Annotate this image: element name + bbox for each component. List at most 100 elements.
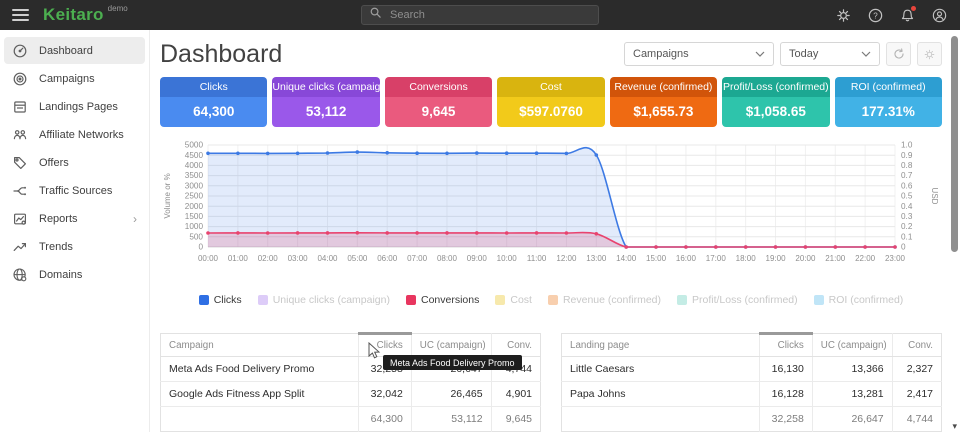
svg-text:00:00: 00:00 <box>198 254 219 263</box>
legend-item-roi-confirmed[interactable]: ROI (confirmed) <box>814 294 904 306</box>
sidebar-item-label: Domains <box>39 269 82 281</box>
legend-item-cost[interactable]: Cost <box>495 294 532 306</box>
metric-label: Clicks <box>160 77 267 97</box>
scroll-down-arrow-icon[interactable]: ▾ <box>952 422 957 431</box>
row-value: 13,366 <box>812 357 892 382</box>
total-value: 9,645 <box>491 407 540 432</box>
table-row[interactable]: Papa Johns16,12813,2812,417 <box>562 382 942 407</box>
sidebar-item-landings-pages[interactable]: Landings Pages <box>4 93 145 120</box>
row-name[interactable]: Papa Johns <box>562 382 760 407</box>
row-value: 32,042 <box>358 382 411 407</box>
row-value: 16,130 <box>759 357 812 382</box>
column-header-clicks[interactable]: Clicks <box>358 334 411 357</box>
legend-swatch <box>258 295 268 305</box>
legend-item-clicks[interactable]: Clicks <box>199 294 242 306</box>
row-value: 4,901 <box>491 382 540 407</box>
metric-card-roi-confirmed: ROI (confirmed)177.31% <box>835 77 942 127</box>
sidebar-item-campaigns[interactable]: Campaigns <box>4 65 145 92</box>
row-value: 2,327 <box>892 357 941 382</box>
svg-text:17:00: 17:00 <box>706 254 727 263</box>
row-value: 16,128 <box>759 382 812 407</box>
svg-text:05:00: 05:00 <box>347 254 368 263</box>
svg-text:09:00: 09:00 <box>467 254 488 263</box>
campaigns-report: CampaignClicksUC (campaign)Conv. Meta Ads… <box>160 332 541 432</box>
row-name[interactable]: Meta Ads Food Delivery Promo <box>161 357 359 382</box>
sidebar-item-domains[interactable]: Domains <box>4 261 145 288</box>
sidebar-item-traffic-sources[interactable]: Traffic Sources <box>4 177 145 204</box>
total-value: 32,258 <box>759 407 812 432</box>
account-icon[interactable] <box>930 6 948 24</box>
legend-swatch <box>548 295 558 305</box>
table-row[interactable]: Google Ads Fitness App Split32,04226,465… <box>161 382 541 407</box>
legend-item-conversions[interactable]: Conversions <box>406 294 479 306</box>
svg-text:4500: 4500 <box>185 151 204 160</box>
column-header-uc-campaign[interactable]: UC (campaign) <box>812 334 892 357</box>
refresh-button[interactable] <box>886 42 911 66</box>
column-header-uc-campaign[interactable]: UC (campaign) <box>411 334 491 357</box>
menu-toggle-icon[interactable] <box>12 9 29 21</box>
total-value <box>562 407 760 432</box>
campaigns-filter-select[interactable]: Campaigns <box>624 42 774 66</box>
sidebar-item-dashboard[interactable]: Dashboard <box>4 37 145 64</box>
report-icon <box>12 211 28 227</box>
row-name[interactable]: Little Caesars <box>562 357 760 382</box>
search-input[interactable] <box>388 8 591 22</box>
scrollbar-thumb[interactable] <box>951 36 958 252</box>
row-value: 2,417 <box>892 382 941 407</box>
svg-text:?: ? <box>873 11 878 20</box>
help-icon[interactable]: ? <box>866 6 884 24</box>
topbar-icon-group: ? <box>834 6 948 24</box>
row-value: 13,281 <box>812 382 892 407</box>
svg-text:0: 0 <box>901 243 906 252</box>
svg-text:USD: USD <box>930 188 939 205</box>
svg-text:19:00: 19:00 <box>766 254 787 263</box>
svg-text:02:00: 02:00 <box>258 254 279 263</box>
table-row[interactable]: Little Caesars16,13013,3662,327 <box>562 357 942 382</box>
metric-value: 177.31% <box>835 97 942 127</box>
svg-text:15:00: 15:00 <box>646 254 667 263</box>
sidebar-item-affiliate-networks[interactable]: Affiliate Networks <box>4 121 145 148</box>
legend-label: Clicks <box>214 294 242 306</box>
column-header-conv[interactable]: Conv. <box>892 334 941 357</box>
notifications-icon[interactable] <box>898 6 916 24</box>
metric-cards: Clicks64,300Unique clicks (campaign)53,1… <box>160 77 942 127</box>
sidebar-item-offers[interactable]: Offers <box>4 149 145 176</box>
globe-icon <box>12 267 28 283</box>
column-header-conv[interactable]: Conv. <box>491 334 540 357</box>
svg-text:500: 500 <box>189 232 203 241</box>
legend-item-profit-loss-confirmed[interactable]: Profit/Loss (confirmed) <box>677 294 798 306</box>
date-range-select[interactable]: Today <box>780 42 880 66</box>
svg-text:04:00: 04:00 <box>317 254 338 263</box>
svg-text:16:00: 16:00 <box>676 254 697 263</box>
svg-text:18:00: 18:00 <box>736 254 757 263</box>
legend-label: Revenue (confirmed) <box>563 294 661 306</box>
column-header-campaign[interactable]: Campaign <box>161 334 359 357</box>
dashboard-settings-button[interactable] <box>917 42 942 66</box>
svg-text:0.5: 0.5 <box>901 192 913 201</box>
metric-card-cost: Cost$597.0760 <box>497 77 604 127</box>
logo[interactable]: Keitarodemo <box>43 0 128 30</box>
sidebar-item-label: Offers <box>39 157 69 169</box>
metric-value: $1,058.65 <box>722 97 829 127</box>
landing-pages-report-table: Landing pageClicksUC (campaign)Conv.Litt… <box>561 332 942 432</box>
sidebar-item-reports[interactable]: Reports› <box>4 205 145 232</box>
main-content: Dashboard Campaigns Today <box>150 30 960 432</box>
sidebar-item-label: Affiliate Networks <box>39 129 124 141</box>
svg-text:11:00: 11:00 <box>527 254 547 263</box>
app-window: Keitarodemo ? DashboardCampaignsLandings… <box>0 0 960 432</box>
sidebar-item-label: Landings Pages <box>39 101 118 113</box>
column-header-landing-page[interactable]: Landing page <box>562 334 760 357</box>
settings-icon[interactable] <box>834 6 852 24</box>
sidebar-item-trends[interactable]: Trends <box>4 233 145 260</box>
legend-item-revenue-confirmed[interactable]: Revenue (confirmed) <box>548 294 661 306</box>
row-name[interactable]: Google Ads Fitness App Split <box>161 382 359 407</box>
metric-label: Profit/Loss (confirmed) <box>722 77 829 97</box>
column-header-clicks[interactable]: Clicks <box>759 334 812 357</box>
tag-icon <box>12 155 28 171</box>
metric-card-revenue-confirmed: Revenue (confirmed)$1,655.73 <box>610 77 717 127</box>
totals-row: 32,25826,6474,744 <box>562 407 942 432</box>
metric-label: Cost <box>497 77 604 97</box>
legend-item-unique-clicks-campaign[interactable]: Unique clicks (campaign) <box>258 294 390 306</box>
legend-label: Profit/Loss (confirmed) <box>692 294 798 306</box>
search-box[interactable] <box>361 5 599 25</box>
